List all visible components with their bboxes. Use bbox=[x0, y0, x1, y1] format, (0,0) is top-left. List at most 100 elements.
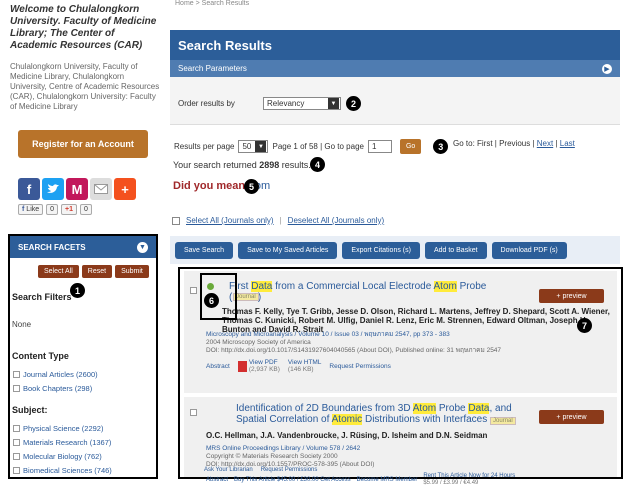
result-copyright: Copyright © Materials Research Society 2… bbox=[206, 453, 338, 460]
marker-5: 5 bbox=[244, 179, 259, 194]
go-button[interactable]: Go bbox=[399, 139, 422, 154]
rent-label: Rent This Article Now for 24 Hours bbox=[423, 473, 516, 479]
goto-page-value: 1 bbox=[371, 142, 377, 151]
result-title[interactable]: First Data from a Commercial Local Elect… bbox=[229, 281, 519, 303]
request-permissions-link[interactable]: Request Permissions bbox=[261, 467, 318, 473]
result-checkbox[interactable] bbox=[190, 287, 197, 294]
breadcrumb[interactable]: Home > Search Results bbox=[175, 0, 249, 7]
rent-price: $5.99 / £3.99 / €4.49 bbox=[423, 480, 479, 486]
chevron-down-icon[interactable]: ▼ bbox=[328, 98, 339, 109]
export-citations-button[interactable]: Export Citations (s) bbox=[342, 241, 420, 259]
title-highlight: Atom bbox=[433, 281, 457, 292]
social-counters: f Like 0 +1 0 bbox=[18, 204, 92, 215]
returned-prefix: Your search returned bbox=[173, 160, 257, 170]
buy-article-link[interactable]: Buy This Article $45.00 / £30.00 Get Acc… bbox=[234, 477, 351, 483]
result-checkbox[interactable] bbox=[190, 409, 197, 416]
search-filters-title: Search Filters bbox=[12, 292, 72, 302]
facet-item[interactable]: Journal Articles (2600) bbox=[13, 370, 98, 379]
chevron-down-icon[interactable]: ▼ bbox=[137, 241, 148, 253]
marker-1: 1 bbox=[70, 283, 85, 298]
facebook-icon[interactable]: f bbox=[18, 178, 40, 200]
pdf-icon bbox=[237, 360, 247, 372]
order-select[interactable]: Relevancy ▼ bbox=[263, 97, 341, 110]
addthis-icon[interactable]: + bbox=[114, 178, 136, 200]
title-highlight: Atomic bbox=[331, 414, 363, 425]
chevron-right-icon[interactable]: ▶ bbox=[602, 63, 612, 74]
select-all-button[interactable]: Select All bbox=[38, 265, 79, 278]
journal-link[interactable]: Microscopy and Microanalysis / Volume 10… bbox=[206, 331, 450, 338]
checkbox[interactable] bbox=[13, 453, 20, 460]
title-text: Probe bbox=[436, 403, 469, 414]
google-plus-button[interactable]: +1 bbox=[61, 204, 78, 215]
facet-item[interactable]: Physical Science (2292) bbox=[13, 424, 103, 433]
ask-librarian-link[interactable]: Ask Your Librarian bbox=[204, 467, 253, 473]
facet-buttons: Select All Reset Submit bbox=[38, 265, 149, 278]
register-button[interactable]: Register for an Account bbox=[18, 130, 148, 158]
result-title[interactable]: Identification of 2D Boundaries from 3D … bbox=[236, 403, 526, 427]
next-link[interactable]: Next bbox=[537, 139, 553, 148]
checkbox[interactable] bbox=[13, 425, 20, 432]
institution-text: Chulalongkorn University, Faculty of Med… bbox=[10, 62, 160, 111]
journal-link[interactable]: MRS Online Proceedings Library / Volume … bbox=[206, 445, 360, 452]
result-item: First Data from a Commercial Local Elect… bbox=[184, 271, 617, 393]
journal-badge: Journal bbox=[490, 417, 516, 425]
select-all-checkbox[interactable] bbox=[172, 216, 180, 225]
per-page-label: Results per page bbox=[174, 142, 235, 151]
abstract-link[interactable]: Abstract bbox=[206, 477, 228, 483]
page-title: Search Results bbox=[170, 30, 620, 60]
checkbox[interactable] bbox=[13, 439, 20, 446]
view-pdf-link[interactable]: View PDF (2,937 KB) bbox=[237, 359, 280, 373]
marker-7: 7 bbox=[577, 318, 592, 333]
order-panel bbox=[170, 77, 620, 125]
goto-page-input[interactable]: 1 bbox=[367, 140, 392, 153]
search-facets-panel: SEARCH FACETS ▼ Select All Reset Submit … bbox=[8, 234, 158, 479]
welcome-text: Welcome to Chulalongkorn University. Fac… bbox=[10, 4, 157, 51]
twitter-icon[interactable] bbox=[42, 178, 64, 200]
add-to-basket-button[interactable]: Add to Basket bbox=[424, 241, 487, 259]
preview-button[interactable]: + preview bbox=[539, 289, 604, 303]
title-text: Distributions with Interfaces bbox=[362, 414, 488, 425]
facet-item[interactable]: Book Chapters (298) bbox=[13, 384, 92, 393]
rent-article-link[interactable]: Rent This Article Now for 24 Hours $5.99 … bbox=[423, 473, 515, 487]
facet-label: Physical Science (2292) bbox=[23, 424, 104, 433]
did-you-mean-label: Did you mean: bbox=[173, 180, 249, 192]
save-articles-button[interactable]: Save to My Saved Articles bbox=[238, 241, 338, 259]
select-all-journals-link[interactable]: Select All (Journals only) bbox=[186, 216, 274, 225]
checkbox[interactable] bbox=[13, 385, 20, 392]
result-journal: Microscopy and Microanalysis / Volume 10… bbox=[206, 331, 586, 355]
submit-button[interactable]: Submit bbox=[115, 265, 149, 278]
deselect-all-journals-link[interactable]: Deselect All (Journals only) bbox=[288, 216, 384, 225]
checkbox[interactable] bbox=[13, 467, 20, 474]
facebook-like-button[interactable]: f Like bbox=[18, 204, 44, 215]
checkbox[interactable] bbox=[13, 371, 20, 378]
goto-prefix[interactable]: Go to: First | Previous | bbox=[453, 139, 535, 148]
content-type-title: Content Type bbox=[12, 351, 69, 361]
email-icon[interactable] bbox=[90, 178, 112, 200]
reset-button[interactable]: Reset bbox=[81, 265, 113, 278]
facet-label: Biomedical Sciences (746) bbox=[23, 466, 112, 475]
preview-button[interactable]: + preview bbox=[539, 410, 604, 424]
result-copyright: 2004 Microscopy Society of America bbox=[206, 339, 311, 346]
chevron-down-icon[interactable]: ▼ bbox=[255, 141, 267, 152]
view-html-link[interactable]: View HTML (146 KB) bbox=[288, 359, 321, 373]
pdf-label: View PDF bbox=[248, 359, 278, 366]
facet-item[interactable]: Biomedical Sciences (746) bbox=[13, 466, 112, 475]
search-parameters-bar[interactable]: Search Parameters ▶ bbox=[170, 60, 620, 77]
mendeley-icon[interactable]: M bbox=[66, 178, 88, 200]
facet-item[interactable]: Materials Research (1367) bbox=[13, 438, 111, 447]
save-search-button[interactable]: Save Search bbox=[175, 241, 234, 259]
title-highlight: Data bbox=[468, 403, 490, 414]
abstract-link[interactable]: Abstract bbox=[206, 363, 230, 370]
download-pdf-button[interactable]: Download PDF (s) bbox=[491, 241, 567, 259]
request-permissions-link[interactable]: Request Permissions bbox=[329, 363, 390, 370]
last-link[interactable]: Last bbox=[560, 139, 575, 148]
facet-item[interactable]: Molecular Biology (762) bbox=[13, 452, 102, 461]
action-bar: Save Search Save to My Saved Articles Ex… bbox=[170, 236, 620, 264]
become-member-link[interactable]: Become MRS Member bbox=[357, 477, 418, 483]
facets-header[interactable]: SEARCH FACETS ▼ bbox=[10, 236, 156, 258]
html-label: View HTML bbox=[287, 359, 322, 366]
pdf-size: (2,937 KB) bbox=[248, 366, 280, 373]
per-page-select[interactable]: 50 ▼ bbox=[238, 140, 269, 153]
select-all-row: Select All (Journals only) | Deselect Al… bbox=[172, 216, 384, 225]
result-links-extra: Ask Your Librarian Request Permissions bbox=[204, 467, 317, 473]
